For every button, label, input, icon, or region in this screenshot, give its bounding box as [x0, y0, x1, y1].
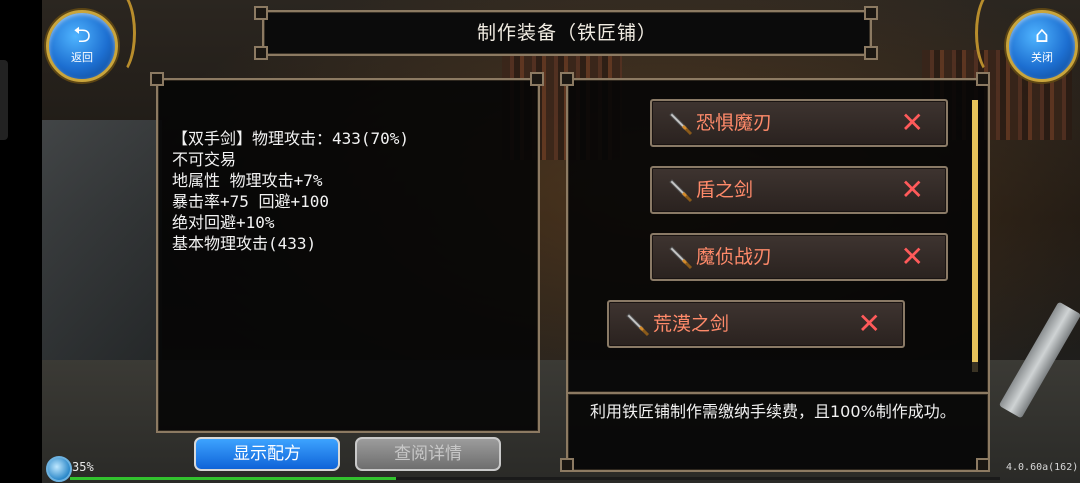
network-status-icon — [46, 456, 72, 482]
x-icon[interactable]: ✕ — [901, 235, 924, 279]
title-bar: 制作装备（铁匠铺） — [262, 10, 872, 56]
x-icon[interactable]: ✕ — [901, 101, 924, 145]
stone-wall — [42, 120, 162, 370]
side-tab — [0, 60, 8, 140]
home-icon: ⌂ — [1035, 23, 1049, 48]
recipe-name: 魔侦战刃 — [696, 246, 773, 268]
progress-fill — [70, 477, 396, 480]
close-label: 关闭 — [1031, 51, 1053, 64]
x-icon[interactable]: ✕ — [858, 302, 881, 346]
item-stat-line: 基本物理攻击(433) — [172, 234, 317, 253]
close-button[interactable]: ⌂ 关闭 — [1006, 10, 1078, 82]
info-panel: 利用铁匠铺制作需缴纳手续费，且100%制作成功。 — [566, 392, 990, 472]
sword-icon — [669, 179, 693, 203]
x-icon[interactable]: ✕ — [901, 168, 924, 212]
item-description-panel: 【双手剑】物理攻击：433(70%) 不可交易 地属性 物理攻击+7% 暴击率+… — [156, 78, 540, 433]
frame-corner — [976, 458, 990, 472]
frame-corner — [254, 6, 268, 20]
version-label: 4.0.60a(162) — [1006, 462, 1079, 473]
item-stat-line: 暴击率+75 回避+100 — [172, 192, 330, 211]
recipe-item[interactable]: 魔侦战刃 ✕ — [650, 233, 948, 281]
sword-icon — [669, 112, 693, 136]
frame-corner — [254, 46, 268, 60]
item-stats: 【双手剑】物理攻击：433(70%) 不可交易 地属性 物理攻击+7% 暴击率+… — [172, 128, 528, 254]
status-percent: 35% — [72, 460, 94, 474]
frame-corner — [530, 72, 544, 86]
recipe-name: 荒漠之剑 — [653, 313, 730, 335]
item-stat-line: 地属性 物理攻击+7% — [172, 171, 323, 190]
recipe-item[interactable]: 盾之剑 ✕ — [650, 166, 948, 214]
item-stat-line: 绝对回避+10% — [172, 213, 275, 232]
scrollbar-thumb[interactable] — [972, 100, 978, 362]
sword-icon — [669, 246, 693, 270]
info-text: 利用铁匠铺制作需缴纳手续费，且100%制作成功。 — [590, 402, 956, 421]
item-stat-line: 【双手剑】物理攻击：433(70%) — [172, 129, 410, 148]
recipe-name: 恐惧魔刃 — [696, 112, 773, 134]
frame-corner — [560, 72, 574, 86]
sword-icon — [626, 313, 650, 337]
recipe-name: 盾之剑 — [696, 179, 754, 201]
page-title: 制作装备（铁匠铺） — [476, 22, 657, 44]
progress-bar — [70, 477, 1000, 480]
frame-corner — [560, 458, 574, 472]
frame-corner — [864, 46, 878, 60]
frame-corner — [976, 72, 990, 86]
item-stat-line: 不可交易 — [172, 150, 237, 169]
recipe-item[interactable]: 恐惧魔刃 ✕ — [650, 99, 948, 147]
recipe-item[interactable]: 荒漠之剑 ✕ — [607, 300, 905, 348]
show-recipe-button[interactable]: 显示配方 — [194, 437, 340, 471]
view-details-button[interactable]: 查阅详情 — [355, 437, 501, 471]
frame-corner — [150, 72, 164, 86]
frame-corner — [864, 6, 878, 20]
